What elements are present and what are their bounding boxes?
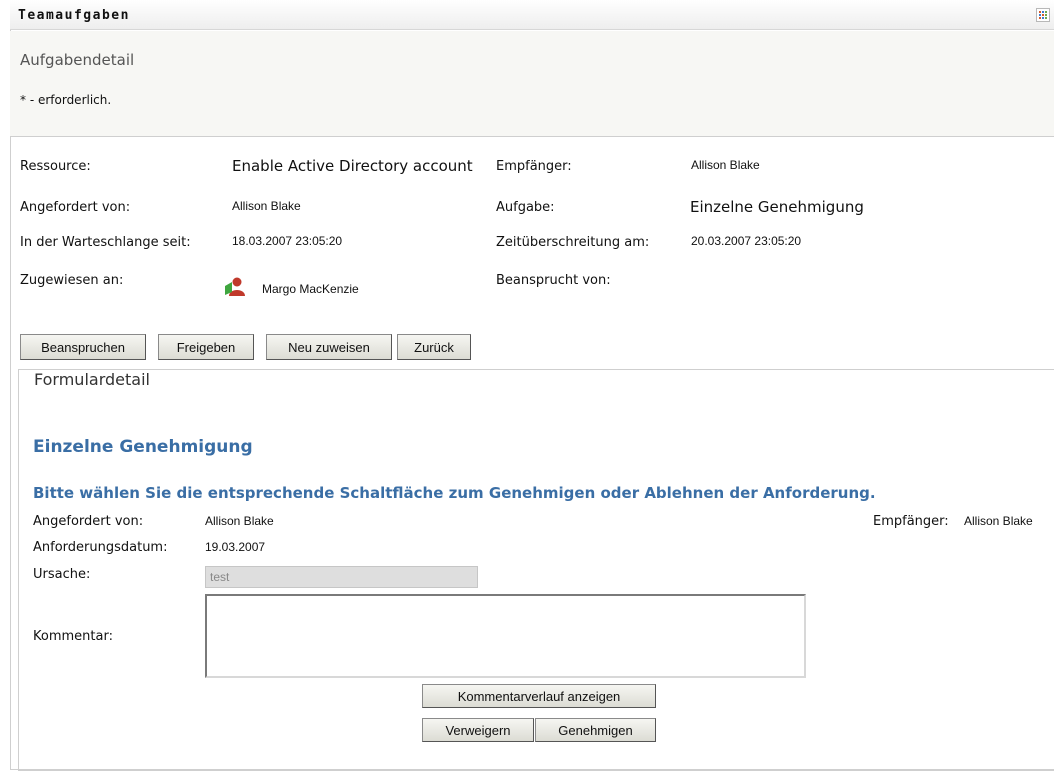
reason-input: test (205, 566, 478, 588)
back-button[interactable]: Zurück (397, 334, 471, 360)
form-recipient-value: Allison Blake (964, 514, 1033, 528)
claim-button[interactable]: Beanspruchen (20, 334, 146, 360)
form-requested-by-label: Angefordert von: (33, 514, 144, 529)
show-comment-history-button[interactable]: Kommentarverlauf anzeigen (422, 684, 656, 708)
requested-by-value: Allison Blake (232, 199, 301, 213)
assigned-to-value: Margo MacKenzie (262, 282, 359, 296)
deny-button[interactable]: Verweigern (422, 718, 534, 742)
recipient-label: Empfänger: (496, 159, 572, 174)
form-instruction: Bitte wählen Sie die entsprechende Schal… (33, 484, 876, 502)
user-group-icon (225, 277, 245, 296)
timeout-value: 20.03.2007 23:05:20 (691, 234, 802, 248)
request-date-value: 19.03.2007 (205, 540, 266, 554)
task-value: Einzelne Genehmigung (690, 198, 864, 216)
claimed-by-label: Beansprucht von: (496, 273, 611, 288)
reassign-button[interactable]: Neu zuweisen (266, 334, 392, 360)
release-button[interactable]: Freigeben (158, 334, 254, 360)
task-detail-header: Aufgabendetail * - erforderlich. (10, 31, 1054, 137)
resource-label: Ressource: (20, 159, 91, 174)
task-label: Aufgabe: (496, 200, 555, 215)
form-title: Einzelne Genehmigung (33, 437, 253, 457)
resource-value: Enable Active Directory account (232, 157, 473, 175)
portlet-title: Teamaufgaben (18, 8, 130, 23)
recipient-value: Allison Blake (691, 158, 760, 172)
requested-by-label: Angefordert von: (20, 200, 131, 215)
comment-textarea[interactable] (205, 594, 806, 678)
assigned-to-label: Zugewiesen an: (20, 273, 124, 288)
required-note: * - erforderlich. (20, 93, 112, 107)
form-requested-by-value: Allison Blake (205, 514, 274, 528)
request-date-label: Anforderungsdatum: (33, 540, 168, 555)
comment-label: Kommentar: (33, 629, 113, 644)
approve-button[interactable]: Genehmigen (535, 718, 656, 742)
form-recipient-label: Empfänger: (873, 514, 949, 529)
grid-menu-icon[interactable] (1036, 8, 1050, 22)
timeout-label: Zeitüberschreitung am: (496, 235, 650, 250)
reason-label: Ursache: (33, 567, 91, 582)
queued-since-value: 18.03.2007 23:05:20 (232, 234, 343, 248)
portlet-titlebar: Teamaufgaben (10, 0, 1054, 30)
form-detail-section (18, 369, 1054, 771)
page-title: Aufgabendetail (20, 51, 135, 69)
queued-since-label: In der Warteschlange seit: (20, 235, 191, 250)
form-detail-legend: Formulardetail (30, 370, 154, 389)
